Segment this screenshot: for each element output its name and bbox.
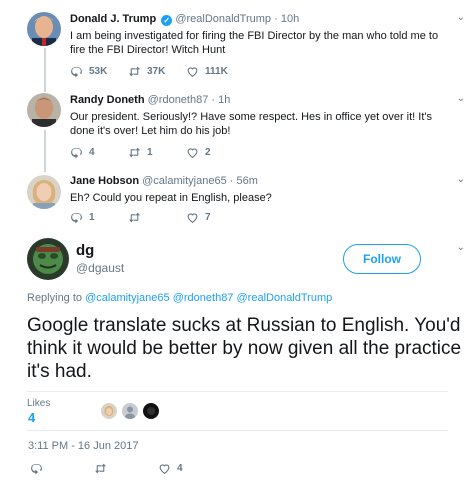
heart-icon: [187, 212, 198, 223]
follow-button[interactable]: Follow: [343, 244, 421, 274]
reply-count: 53K: [89, 65, 108, 77]
tweet-timestamp[interactable]: 3:11 PM - 16 Jun 2017: [28, 440, 138, 452]
likes-label: Likes: [27, 398, 51, 409]
tweet-time[interactable]: 56m: [236, 175, 257, 187]
heart-icon: [187, 66, 198, 77]
reply-button[interactable]: 1: [70, 211, 128, 224]
retweet-count: 1: [147, 146, 153, 158]
reply-count: 4: [89, 146, 95, 158]
verified-badge-icon: ✓: [161, 15, 173, 26]
tweet-header: Donald J. Trump ✓ @realDonaldTrump · 10h: [70, 13, 455, 26]
reply-icon: [71, 147, 82, 158]
author-name[interactable]: Randy Doneth: [70, 94, 145, 106]
likes-count[interactable]: 4: [28, 410, 35, 425]
main-tweet-text: Google translate sucks at Russian to Eng…: [27, 315, 462, 382]
retweet-button[interactable]: 1: [128, 146, 186, 159]
heart-icon: [187, 147, 198, 158]
author-handle[interactable]: @rdoneth87: [148, 94, 209, 106]
retweet-button[interactable]: [128, 211, 186, 224]
tweet-text: Our president. Seriously!? Have some res…: [70, 111, 432, 137]
reply-button[interactable]: 53K: [70, 65, 128, 78]
tweet-time[interactable]: 10h: [281, 13, 299, 25]
retweet-button[interactable]: 37K: [128, 65, 186, 78]
retweet-icon: [129, 66, 140, 76]
author-handle[interactable]: @calamityjane65: [142, 175, 227, 187]
retweet-icon: [95, 463, 106, 473]
mention-link[interactable]: @rdoneth87: [173, 292, 234, 304]
author-handle[interactable]: @realDonaldTrump: [175, 13, 271, 25]
avatar[interactable]: [27, 238, 69, 280]
separator-dot: ·: [211, 94, 216, 106]
liker-avatar[interactable]: [101, 403, 117, 419]
retweet-icon: [129, 212, 140, 222]
reply-icon: [31, 463, 42, 474]
reply-count: 1: [89, 211, 95, 223]
separator-dot: ·: [274, 13, 278, 25]
heart-icon: [159, 463, 170, 474]
retweet-icon: [129, 147, 140, 157]
author-name[interactable]: Donald J. Trump: [70, 13, 156, 25]
mention-link[interactable]: @realDonaldTrump: [237, 292, 333, 304]
retweet-button[interactable]: [94, 462, 152, 475]
tweet-text: I am being investigated for firing the F…: [70, 30, 439, 56]
retweet-count: 37K: [147, 65, 166, 77]
like-count: 7: [205, 211, 211, 223]
author-name[interactable]: dg: [76, 242, 94, 259]
thread-line: [44, 130, 46, 172]
like-button[interactable]: 7: [186, 211, 244, 224]
chevron-down-icon[interactable]: ⌄: [457, 12, 465, 23]
chevron-down-icon[interactable]: ⌄: [457, 174, 465, 185]
author-name[interactable]: Jane Hobson: [70, 175, 139, 187]
reply-icon: [71, 212, 82, 223]
like-count: 2: [205, 146, 211, 158]
divider: [27, 430, 448, 431]
tweet-text: Eh? Could you repeat in English, please?: [70, 192, 272, 204]
like-count: 111K: [205, 65, 228, 77]
reply-icon: [71, 66, 82, 77]
author-handle[interactable]: @dgaust: [76, 261, 124, 275]
tweet-header: Randy Doneth @rdoneth87 · 1h: [70, 94, 455, 107]
chevron-down-icon[interactable]: ⌄: [457, 93, 465, 104]
chevron-down-icon[interactable]: ⌄: [457, 242, 465, 253]
like-count: 4: [177, 462, 183, 474]
replying-to: Replying to @calamityjane65 @rdoneth87 @…: [27, 292, 332, 304]
reply-button[interactable]: 4: [70, 146, 128, 159]
like-button[interactable]: 111K: [186, 65, 244, 78]
like-button[interactable]: 2: [186, 146, 244, 159]
liker-avatar[interactable]: [143, 403, 159, 419]
like-button[interactable]: 4: [158, 462, 216, 475]
reply-button[interactable]: [30, 462, 88, 475]
separator-dot: ·: [229, 175, 234, 187]
tweet-header: Jane Hobson @calamityjane65 · 56m: [70, 175, 455, 188]
replying-prefix: Replying to: [27, 292, 83, 304]
avatar[interactable]: [27, 12, 61, 46]
thread-line: [44, 48, 46, 92]
mention-link[interactable]: @calamityjane65: [85, 292, 170, 304]
liker-avatar[interactable]: [122, 403, 138, 419]
divider: [27, 391, 448, 392]
avatar[interactable]: [27, 175, 61, 209]
tweet-time[interactable]: 1h: [218, 94, 230, 106]
avatar[interactable]: [27, 93, 61, 127]
